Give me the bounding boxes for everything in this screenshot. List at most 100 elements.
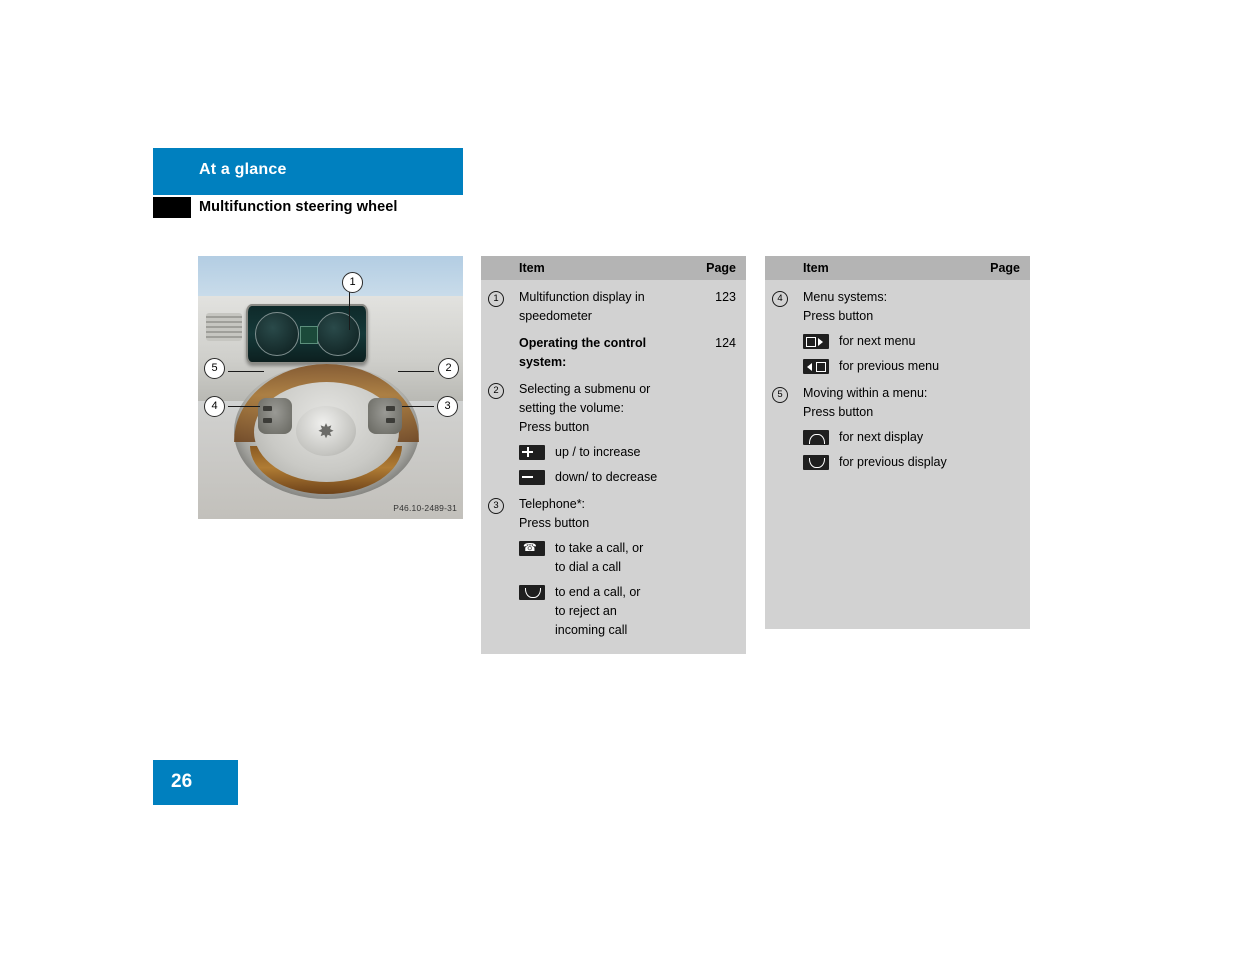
- minus-button-icon: [519, 470, 545, 485]
- callout-5: 5: [204, 358, 225, 379]
- section-title: Multifunction steering wheel: [199, 199, 398, 215]
- right-table-header-row: Item Page: [765, 256, 1030, 280]
- sub-item-label: for previous display: [839, 455, 947, 469]
- section-header-row: Multifunction steering wheel: [153, 197, 463, 221]
- row-item-text: Menu systems: Press button for next menu…: [795, 280, 968, 376]
- sub-item-label: for next menu: [839, 334, 916, 348]
- table-bottom-spacer: [481, 640, 746, 654]
- figure-button-left-upper: [263, 406, 272, 411]
- page-number: 26: [171, 771, 193, 792]
- sub-item-label: to end a call, or to reject an incoming …: [555, 583, 680, 640]
- row-page-number[interactable]: 124: [684, 326, 746, 372]
- left-table-header-page: Page: [706, 261, 736, 275]
- figure-multifunction-display: [300, 326, 318, 344]
- item-number-badge: 5: [772, 387, 788, 403]
- row-line-2: system:: [519, 355, 567, 369]
- figure-button-right-lower: [386, 418, 395, 423]
- chapter-header-bar: At a glance: [153, 148, 463, 195]
- row-line-2: setting the volume:: [519, 401, 624, 415]
- row-line-1: Operating the control: [519, 336, 647, 350]
- table-row: 1 Multifunction display in speedometer 1…: [481, 280, 746, 326]
- row-page-number: [968, 376, 1030, 472]
- row-line-1: Telephone*:: [519, 497, 586, 511]
- row-line-1: Menu systems:: [803, 290, 888, 304]
- item-number-badge: 2: [488, 383, 504, 399]
- row-page-number[interactable]: 123: [684, 280, 746, 326]
- row-number: 2: [481, 372, 511, 487]
- table-row: 4 Menu systems: Press button for next me…: [765, 280, 1030, 376]
- item-number-badge: 1: [488, 291, 504, 307]
- figure-credit: P46.10-2489-31: [393, 503, 457, 513]
- row-item-text: Operating the control system:: [511, 326, 684, 372]
- list-item: for previous display: [803, 447, 964, 472]
- sub-item-label: for previous menu: [839, 359, 940, 373]
- sub-item-label: up / to increase: [555, 445, 641, 459]
- list-item: for next menu: [803, 326, 964, 351]
- figure-button-left-lower: [263, 418, 272, 423]
- row-line-2: speedometer: [519, 309, 592, 323]
- row-item-text: Selecting a submenu or setting the volum…: [511, 372, 684, 487]
- row-page-number: [684, 487, 746, 640]
- table-row: 3 Telephone*: Press button ☎ to take a c…: [481, 487, 746, 640]
- leader-line-1: [349, 290, 350, 330]
- table-row: Operating the control system: 124: [481, 326, 746, 372]
- phone-onhook-icon: [519, 585, 545, 600]
- row-number: 1: [481, 280, 511, 326]
- previous-menu-icon: [803, 359, 829, 374]
- right-table-header-page: Page: [990, 261, 1020, 275]
- figure-button-right-upper: [386, 406, 395, 411]
- left-table-body: 1 Multifunction display in speedometer 1…: [481, 280, 746, 654]
- callout-4: 4: [204, 396, 225, 417]
- left-table-header-row: Item Page: [481, 256, 746, 280]
- figure-left-button-pad: [258, 398, 292, 434]
- mercedes-star-icon: ✸: [317, 421, 335, 443]
- left-table: Item Page 1 Multifunction display in spe…: [481, 256, 746, 654]
- right-table-header-item: Item: [803, 261, 829, 275]
- item-number-badge: 4: [772, 291, 788, 307]
- next-display-icon: [803, 430, 829, 445]
- figure-speedometer: [316, 312, 360, 356]
- sub-item-label: to take a call, or to dial a call: [555, 539, 680, 577]
- sub-item-line-2: to reject an: [555, 604, 617, 618]
- row-number: [481, 326, 511, 372]
- sub-item-line-2: to dial a call: [555, 560, 622, 574]
- figure-air-vent: [206, 313, 242, 341]
- figure-right-button-pad: [368, 398, 402, 434]
- figure-tachometer: [255, 312, 299, 356]
- row-number: 5: [765, 376, 795, 472]
- right-table-body: 4 Menu systems: Press button for next me…: [765, 280, 1030, 629]
- right-table: Item Page 4 Menu systems: Press button f…: [765, 256, 1030, 629]
- row-line-2: Press button: [803, 309, 874, 323]
- row-line-1: Multifunction display in: [519, 290, 645, 304]
- left-table-header-item: Item: [519, 261, 545, 275]
- sub-item-line-1: to take a call, or: [555, 541, 644, 555]
- table-row: 5 Moving within a menu: Press button for…: [765, 376, 1030, 472]
- callout-3: 3: [437, 396, 458, 417]
- leader-line-3: [402, 406, 434, 407]
- plus-button-icon: [519, 445, 545, 460]
- row-number: 3: [481, 487, 511, 640]
- page-number-bar: 26: [153, 760, 238, 805]
- steering-wheel-figure: ✸ P46.10-2489-31: [198, 256, 463, 519]
- row-item-text: Moving within a menu: Press button for n…: [795, 376, 968, 472]
- callout-2: 2: [438, 358, 459, 379]
- list-item: for next display: [803, 422, 964, 447]
- sub-item-line-3: incoming call: [555, 623, 628, 637]
- row-page-number: [968, 280, 1030, 376]
- phone-offhook-icon: ☎: [519, 541, 545, 556]
- leader-line-2: [398, 371, 434, 372]
- row-item-text: Telephone*: Press button ☎ to take a cal…: [511, 487, 684, 640]
- table-bottom-spacer: [765, 472, 1030, 486]
- row-page-number: [684, 372, 746, 487]
- chapter-title: At a glance: [199, 161, 287, 178]
- list-item: for previous menu: [803, 351, 964, 376]
- previous-display-icon: [803, 455, 829, 470]
- leader-line-5: [228, 371, 264, 372]
- section-marker-block: [153, 197, 191, 218]
- sub-item-label: for next display: [839, 430, 924, 444]
- sub-item-label: down/ to decrease: [555, 470, 658, 484]
- table-row: 2 Selecting a submenu or setting the vol…: [481, 372, 746, 487]
- next-menu-icon: [803, 334, 829, 349]
- row-number: 4: [765, 280, 795, 376]
- list-item: to end a call, or to reject an incoming …: [519, 577, 680, 640]
